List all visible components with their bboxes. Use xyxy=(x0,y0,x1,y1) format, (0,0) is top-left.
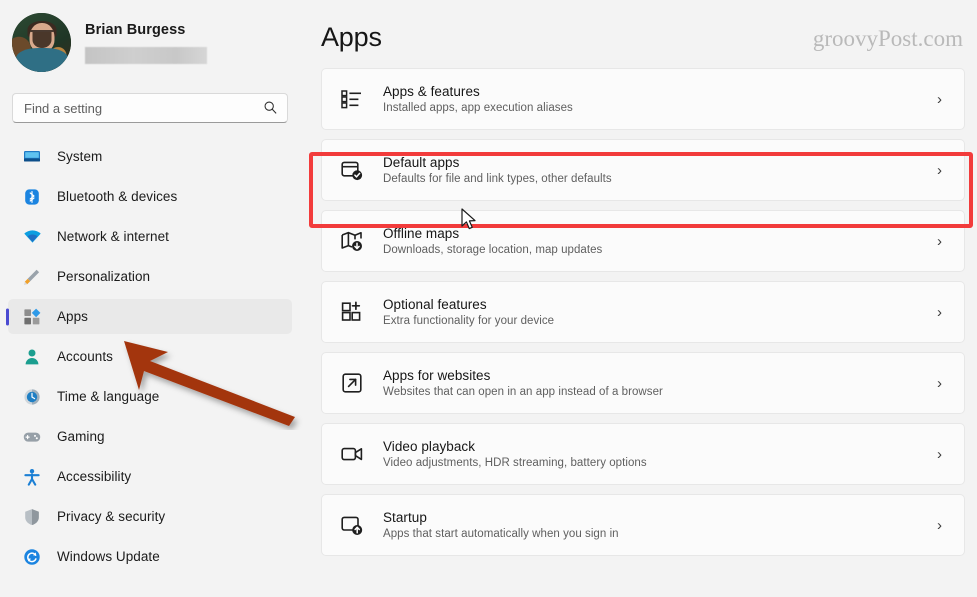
card-text: Startup Apps that start automatically whe… xyxy=(383,510,937,540)
card-subtitle: Extra functionality for your device xyxy=(383,315,555,327)
avatar-body xyxy=(15,48,68,72)
chevron-right-icon[interactable]: › xyxy=(937,517,950,534)
user-profile[interactable]: Brian Burgess xyxy=(0,0,300,72)
accessibility-person-icon xyxy=(22,467,42,487)
card-title: Optional features xyxy=(383,297,487,312)
chevron-right-icon[interactable]: › xyxy=(937,233,950,250)
update-refresh-icon xyxy=(22,547,42,567)
sidebar-item-accounts[interactable]: Accounts xyxy=(8,339,292,374)
selection-indicator xyxy=(6,308,9,325)
card-subtitle: Downloads, storage location, map updates xyxy=(383,244,603,256)
chevron-right-icon[interactable]: › xyxy=(937,446,950,463)
clock-globe-icon xyxy=(22,387,42,407)
sidebar-item-accessibility[interactable]: Accessibility xyxy=(8,459,292,494)
shield-icon xyxy=(22,507,42,527)
sidebar-item-gaming[interactable]: Gaming xyxy=(8,419,292,454)
sidebar-item-label: Apps xyxy=(57,309,88,324)
watermark: groovyPost.com xyxy=(812,26,963,51)
external-link-icon xyxy=(339,370,365,396)
settings-card-video-playback[interactable]: Video playback Video adjustments, HDR str… xyxy=(321,423,965,485)
card-title: Startup xyxy=(383,510,427,525)
sidebar-item-label: System xyxy=(57,149,103,164)
settings-card-apps-features[interactable]: Apps & features Installed apps, app execu… xyxy=(321,68,965,130)
bluetooth-icon xyxy=(22,187,42,207)
sidebar-item-network-internet[interactable]: Network & internet xyxy=(8,219,292,254)
card-title: Offline maps xyxy=(383,226,460,241)
sidebar-nav: System Bluetooth & devices Network & inter… xyxy=(0,139,300,574)
chevron-right-icon[interactable]: › xyxy=(937,304,950,321)
gamepad-icon xyxy=(22,427,42,447)
card-text: Default apps Defaults for file and link t… xyxy=(383,155,937,185)
search-icon xyxy=(263,100,278,120)
settings-card-list: Apps & features Installed apps, app execu… xyxy=(321,68,965,556)
profile-email-redacted xyxy=(85,46,207,64)
sidebar-item-bluetooth-devices[interactable]: Bluetooth & devices xyxy=(8,179,292,214)
default-apps-check-icon xyxy=(339,157,365,183)
sidebar-item-privacy-security[interactable]: Privacy & security xyxy=(8,499,292,534)
sidebar-item-label: Bluetooth & devices xyxy=(57,189,178,204)
apps-grid-icon xyxy=(22,307,42,327)
settings-card-apps-for-websites[interactable]: Apps for websites Websites that can open … xyxy=(321,352,965,414)
sidebar-item-label: Time & language xyxy=(57,389,160,404)
wifi-icon xyxy=(22,227,42,247)
settings-card-startup[interactable]: Startup Apps that start automatically whe… xyxy=(321,494,965,556)
card-title: Apps for websites xyxy=(383,368,491,383)
grid-plus-icon xyxy=(339,299,365,325)
card-subtitle: Video adjustments, HDR streaming, batter… xyxy=(383,457,647,469)
chevron-right-icon[interactable]: › xyxy=(937,375,950,392)
sidebar-item-personalization[interactable]: Personalization xyxy=(8,259,292,294)
chevron-right-icon[interactable]: › xyxy=(937,91,950,108)
person-icon xyxy=(22,347,42,367)
settings-window: Brian Burgess System Bluetooth & devices N… xyxy=(0,0,977,597)
sidebar-item-label: Personalization xyxy=(57,269,151,284)
card-title: Apps & features xyxy=(383,84,480,99)
sidebar-item-windows-update[interactable]: Windows Update xyxy=(8,539,292,574)
main-header: Apps groovyPost.com xyxy=(321,0,965,53)
main-content: Apps groovyPost.com Apps & features Insta… xyxy=(300,0,977,597)
page-title: Apps xyxy=(321,22,382,52)
sidebar-item-label: Accounts xyxy=(57,349,113,364)
sidebar-item-label: Accessibility xyxy=(57,469,132,484)
search-input[interactable] xyxy=(13,94,287,122)
list-view-icon xyxy=(339,86,365,112)
settings-card-default-apps[interactable]: Default apps Defaults for file and link t… xyxy=(321,139,965,201)
card-text: Optional features Extra functionality for… xyxy=(383,297,937,327)
profile-name: Brian Burgess xyxy=(85,21,186,38)
settings-card-optional-features[interactable]: Optional features Extra functionality for… xyxy=(321,281,965,343)
sidebar: Brian Burgess System Bluetooth & devices N… xyxy=(0,0,300,597)
paintbrush-icon xyxy=(22,267,42,287)
search-box[interactable] xyxy=(12,93,288,123)
card-subtitle: Websites that can open in an app instead… xyxy=(383,386,663,398)
monitor-icon xyxy=(22,147,42,167)
card-subtitle: Installed apps, app execution aliases xyxy=(383,102,573,114)
sidebar-item-system[interactable]: System xyxy=(8,139,292,174)
sidebar-item-label: Privacy & security xyxy=(57,509,166,524)
chevron-right-icon[interactable]: › xyxy=(937,162,950,179)
map-download-icon xyxy=(339,228,365,254)
profile-text: Brian Burgess xyxy=(85,22,207,64)
avatar-beard xyxy=(32,32,51,49)
avatar[interactable] xyxy=(12,13,71,72)
sidebar-item-label: Network & internet xyxy=(57,229,169,244)
card-text: Video playback Video adjustments, HDR str… xyxy=(383,439,937,469)
card-title: Video playback xyxy=(383,439,476,454)
card-text: Apps for websites Websites that can open … xyxy=(383,368,937,398)
card-title: Default apps xyxy=(383,155,460,170)
video-camera-icon xyxy=(339,441,365,467)
sidebar-item-apps[interactable]: Apps xyxy=(6,299,292,334)
sidebar-item-time-language[interactable]: Time & language xyxy=(8,379,292,414)
search-container xyxy=(0,72,300,123)
card-subtitle: Defaults for file and link types, other … xyxy=(383,173,612,185)
card-text: Apps & features Installed apps, app execu… xyxy=(383,84,937,114)
sidebar-item-label: Windows Update xyxy=(57,549,160,564)
card-text: Offline maps Downloads, storage location,… xyxy=(383,226,937,256)
settings-card-offline-maps[interactable]: Offline maps Downloads, storage location,… xyxy=(321,210,965,272)
card-subtitle: Apps that start automatically when you s… xyxy=(383,528,619,540)
startup-arrow-icon xyxy=(339,512,365,538)
sidebar-item-label: Gaming xyxy=(57,429,105,444)
